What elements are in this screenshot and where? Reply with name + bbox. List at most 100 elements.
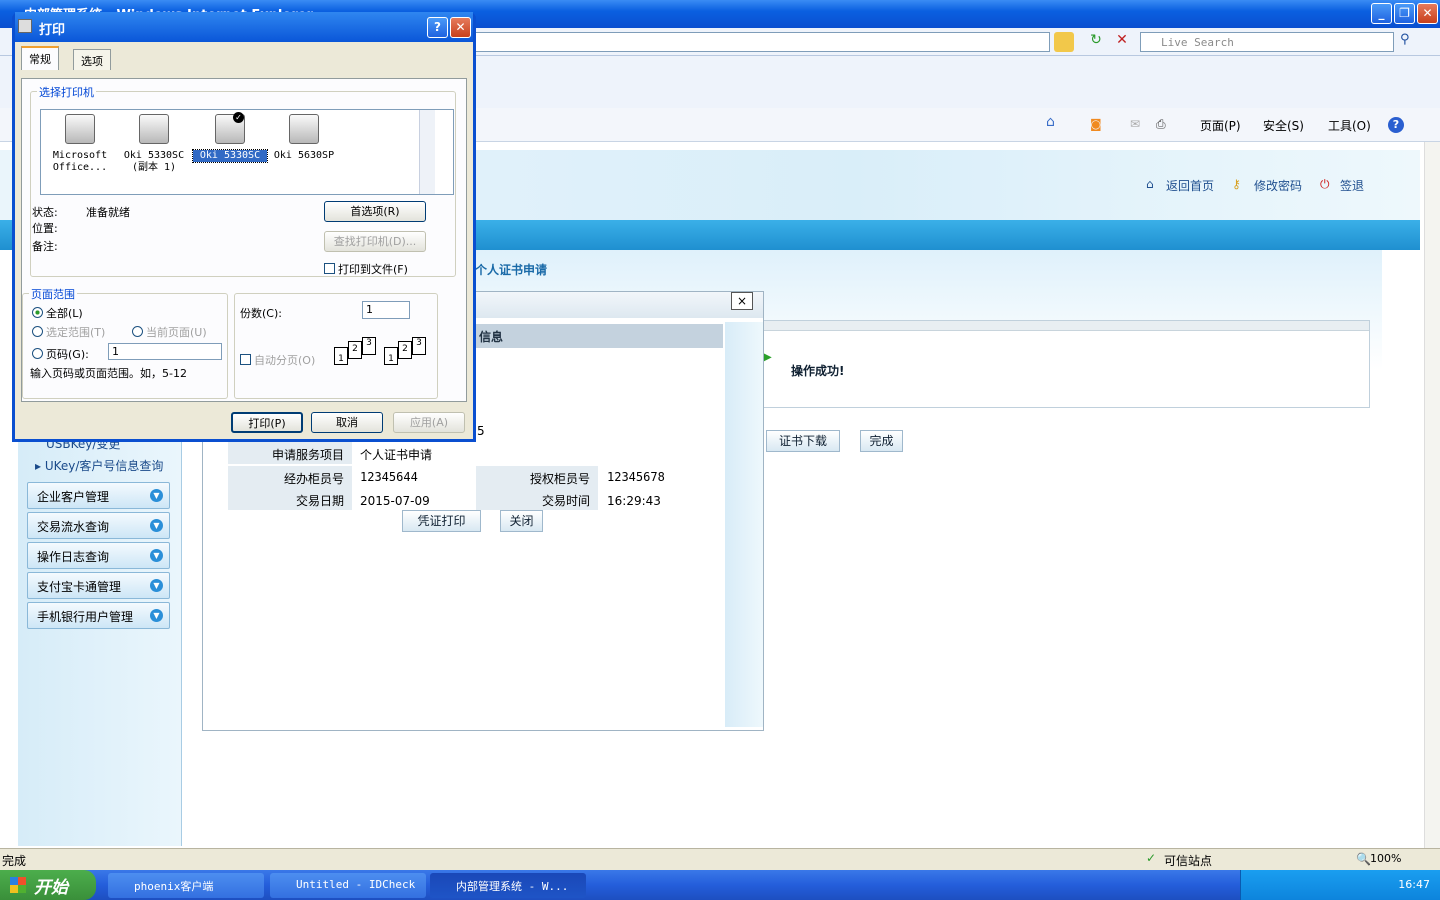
help-icon[interactable]: ?: [1388, 117, 1404, 133]
cancel-button[interactable]: 取消: [311, 412, 383, 433]
date-label: 交易日期: [228, 488, 352, 510]
printer-icon[interactable]: ⎙: [1156, 117, 1166, 132]
collate-icon: 1 2 3: [334, 337, 378, 365]
date-value: 2015-07-09: [360, 494, 430, 508]
task-label: 内部管理系统 - W...: [456, 880, 569, 893]
chevron-down-icon: ▼: [150, 519, 163, 532]
all-radio[interactable]: 全部(L): [32, 305, 83, 321]
printer-name: Microsoft: [52, 150, 108, 161]
sidebar-menu-enterprise[interactable]: 企业客户管理 ▼: [27, 482, 170, 509]
dialog-help-button[interactable]: ?: [427, 17, 448, 38]
close-window-button[interactable]: ✕: [1417, 3, 1438, 24]
live-search-input[interactable]: Live Search: [1140, 32, 1394, 52]
lock-icon[interactable]: [1054, 32, 1074, 52]
tab-general[interactable]: 常规: [21, 46, 59, 70]
change-password-link[interactable]: 修改密码: [1254, 177, 1302, 194]
sidebar-menu-label: 操作日志查询: [37, 550, 110, 564]
radio-dot: [32, 326, 43, 337]
operator-label: 经办柜员号: [228, 466, 352, 488]
dialog-close-button[interactable]: ✕: [450, 17, 471, 38]
sidebar-menu-mobile[interactable]: 手机银行用户管理 ▼: [27, 602, 170, 629]
popup-close-icon[interactable]: ×: [731, 292, 753, 310]
apply-button[interactable]: 应用(A): [393, 412, 465, 433]
check-icon: ✓: [1146, 851, 1157, 865]
taskbar-item[interactable]: phoenix客户端: [108, 873, 264, 898]
start-label: 开始: [34, 878, 68, 898]
mail-icon[interactable]: ✉: [1130, 117, 1140, 131]
sidebar-menu-label: 交易流水查询: [37, 520, 110, 534]
pages-input[interactable]: 1: [108, 343, 222, 360]
feed-icon[interactable]: ◙: [1090, 117, 1102, 131]
auth-label: 授权柜员号: [476, 466, 598, 488]
preferences-button[interactable]: 首选项(R): [324, 201, 426, 222]
select-printer-title: 选择打印机: [37, 84, 96, 100]
logout-link[interactable]: 签退: [1340, 177, 1364, 194]
current-page-label: 当前页面(U): [146, 326, 207, 339]
page-menu[interactable]: 页面(P): [1200, 117, 1241, 134]
refresh-icon[interactable]: ↻: [1086, 32, 1106, 52]
printer-icon: [289, 114, 319, 144]
dialog-body: 常规 选项 选择打印机 Microsoft Office... Oki 5330S…: [15, 42, 473, 439]
sidebar-menu-logs[interactable]: 操作日志查询 ▼: [27, 542, 170, 569]
cert-download-button[interactable]: 证书下载: [766, 430, 840, 452]
vertical-scrollbar[interactable]: [1424, 142, 1440, 848]
search-icon[interactable]: ⚲: [1400, 32, 1422, 52]
radio-dot: [132, 326, 143, 337]
current-page-radio[interactable]: 当前页面(U): [132, 324, 207, 340]
finish-button[interactable]: 完成: [860, 430, 903, 452]
comment-label: 备注:: [32, 240, 58, 253]
printer-name: Oki 5330SC: [192, 149, 268, 163]
restore-button[interactable]: ❐: [1394, 3, 1415, 24]
copies-label: 份数(C):: [240, 307, 282, 320]
time-value: 16:29:43: [607, 494, 661, 508]
status-bar: 完成 ✓ 可信站点 🔍 100%: [0, 848, 1440, 870]
printer-item-selected[interactable]: Oki 5330SC: [192, 114, 268, 163]
printer-item[interactable]: Oki 5330SC (副本 1): [117, 114, 191, 174]
printer-name-2: Office...: [52, 162, 108, 173]
zoom-level[interactable]: 100%: [1370, 852, 1401, 865]
printer-item[interactable]: Microsoft Office...: [43, 114, 117, 174]
task-label: Untitled - IDCheck: [296, 878, 416, 891]
minimize-button[interactable]: _: [1371, 3, 1392, 24]
stop-icon[interactable]: ✕: [1112, 32, 1132, 52]
tab-options[interactable]: 选项: [73, 49, 111, 70]
sidebar-menu-label: 手机银行用户管理: [37, 610, 134, 624]
taskbar-item[interactable]: Untitled - IDCheck: [270, 873, 426, 898]
selection-radio[interactable]: 选定范围(T): [32, 324, 105, 340]
printer-icon: [65, 114, 95, 144]
sidebar-menu-transactions[interactable]: 交易流水查询 ▼: [27, 512, 170, 539]
popup-close-button[interactable]: 关闭: [500, 510, 543, 532]
selection-label: 选定范围(T): [46, 326, 106, 339]
printer-title-icon: [18, 19, 32, 33]
system-tray: 16:47: [1240, 870, 1440, 900]
zoom-icon: 🔍: [1356, 852, 1371, 866]
printer-list[interactable]: Microsoft Office... Oki 5330SC (副本 1) Oki …: [40, 109, 454, 195]
sidebar-item-ukey-query[interactable]: ▸ UKey/客户号信息查询: [35, 457, 163, 474]
status-label: 状态:: [32, 206, 58, 219]
sidebar-menu-alipay[interactable]: 支付宝卡通管理 ▼: [27, 572, 170, 599]
home-link[interactable]: 返回首页: [1166, 177, 1214, 194]
popup-decoration: [725, 322, 763, 727]
address-input[interactable]: [470, 32, 1050, 52]
windows-logo-icon: [10, 877, 26, 893]
task-label: phoenix客户端: [134, 880, 214, 893]
pages-label: 页码(G):: [46, 348, 89, 361]
printer-item[interactable]: Oki 5630SP: [267, 114, 341, 162]
chevron-down-icon: ▼: [150, 549, 163, 562]
print-to-file-checkbox[interactable]: 打印到文件(F): [324, 261, 408, 277]
print-voucher-button[interactable]: 凭证打印: [402, 510, 481, 532]
sidebar-item-label: UKey/客户号信息查询: [44, 459, 164, 473]
collate-checkbox[interactable]: 自动分页(O): [240, 352, 315, 368]
tools-menu[interactable]: 工具(O): [1328, 117, 1371, 134]
home-icon[interactable]: ⌂: [1046, 114, 1055, 130]
print-button[interactable]: 打印(P): [231, 412, 303, 433]
breadcrumb: 个人证书申请: [475, 263, 548, 277]
find-printer-button[interactable]: 查找打印机(D)...: [324, 231, 426, 252]
printer-list-scrollbar[interactable]: [419, 110, 435, 194]
copies-input[interactable]: 1: [362, 301, 410, 319]
safety-menu[interactable]: 安全(S): [1263, 117, 1304, 134]
pages-radio[interactable]: 页码(G):: [32, 346, 89, 362]
collate-label: 自动分页(O): [254, 354, 316, 367]
taskbar-item-active[interactable]: 内部管理系统 - W...: [430, 873, 586, 898]
checkbox-box: [324, 263, 335, 274]
